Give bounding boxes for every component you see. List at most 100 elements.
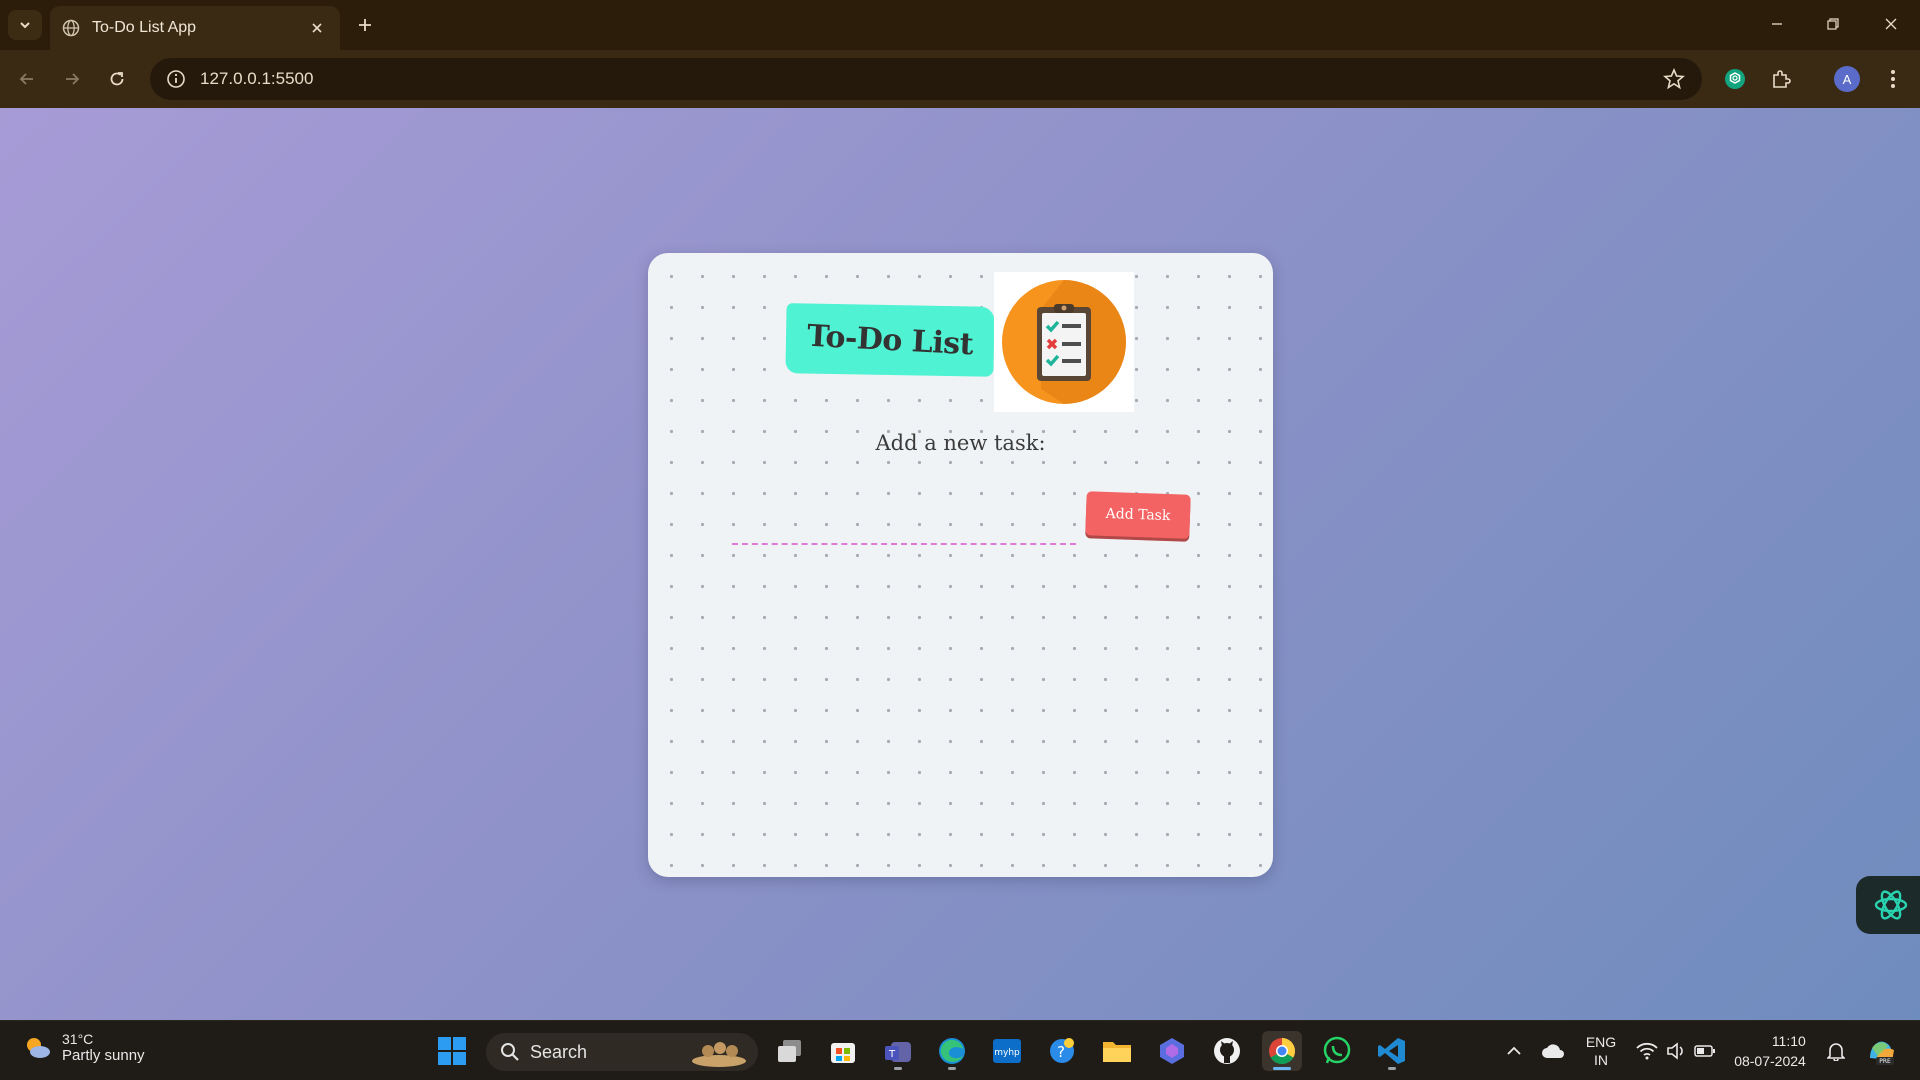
new-tab-button[interactable]	[352, 12, 378, 38]
copilot-pre-icon: PRE	[1870, 1041, 1894, 1065]
forward-button[interactable]	[55, 62, 89, 96]
restore-icon	[1827, 18, 1839, 30]
svg-text:myhp: myhp	[994, 1048, 1020, 1058]
chevron-down-icon	[20, 22, 30, 29]
taskbar-app-copilot[interactable]	[1152, 1031, 1192, 1071]
battery-icon	[1694, 1045, 1715, 1057]
svg-text:PRE: PRE	[1879, 1058, 1891, 1065]
task-prompt-label: Add a new task:	[875, 431, 1046, 455]
back-button[interactable]	[10, 62, 44, 96]
copilot-preview-button[interactable]: PRE	[1862, 1021, 1902, 1080]
edge-icon	[939, 1038, 965, 1064]
taskbar-app-whatsapp[interactable]	[1317, 1031, 1357, 1071]
onedrive-button[interactable]	[1538, 1021, 1568, 1080]
task-view-button[interactable]	[770, 1031, 810, 1071]
myhp-icon: myhp	[993, 1039, 1021, 1063]
close-icon	[312, 23, 322, 33]
globe-icon	[62, 19, 80, 37]
todo-card: To-Do List Add a new task: Add Task	[648, 253, 1273, 877]
taskbar-app-github[interactable]	[1207, 1031, 1247, 1071]
search-icon	[501, 1043, 519, 1061]
clock[interactable]: 11:10 08-07-2024	[1726, 1021, 1814, 1080]
os-taskbar: 31°C Partly sunny Search T myhp ? ENG IN…	[0, 1020, 1920, 1080]
weather-widget[interactable]: 31°C Partly sunny	[22, 1031, 145, 1064]
taskbar-search[interactable]: Search	[486, 1033, 758, 1071]
floating-assistant-button[interactable]	[1856, 876, 1920, 934]
browser-menu-button[interactable]	[1876, 62, 1910, 96]
taskbar-app-help[interactable]: ?	[1042, 1031, 1082, 1071]
taskbar-app-teams[interactable]: T	[878, 1031, 918, 1071]
weather-temp: 31°C	[62, 1031, 94, 1047]
chrome-icon	[1269, 1038, 1296, 1065]
taskbar-app-vscode[interactable]	[1372, 1031, 1412, 1071]
svg-text:T: T	[888, 1049, 896, 1060]
browser-tab[interactable]: To-Do List App	[50, 6, 340, 50]
running-indicator	[948, 1067, 956, 1070]
running-indicator	[1273, 1067, 1291, 1070]
task-view-icon	[778, 1040, 801, 1062]
app-heading: To-Do List	[806, 318, 974, 362]
profile-avatar[interactable]: A	[1834, 66, 1860, 92]
extensions-button[interactable]	[1764, 62, 1798, 96]
address-bar[interactable]: 127.0.0.1:5500	[150, 58, 1702, 100]
wifi-icon	[1636, 1042, 1658, 1060]
arrow-right-icon	[66, 73, 80, 85]
chevron-up-icon	[1507, 1046, 1521, 1055]
taskbar-app-edge[interactable]	[932, 1031, 972, 1071]
site-info-button[interactable]	[164, 67, 188, 91]
tab-close-button[interactable]	[306, 17, 328, 39]
openai-icon	[1725, 69, 1745, 89]
whatsapp-icon	[1323, 1036, 1351, 1064]
teams-icon: T	[885, 1042, 911, 1062]
notifications-button[interactable]	[1820, 1021, 1852, 1080]
add-task-button[interactable]: Add Task	[1085, 491, 1191, 539]
taskbar-app-file-explorer[interactable]	[1097, 1031, 1137, 1071]
puzzle-icon	[1773, 70, 1791, 88]
info-icon	[167, 70, 185, 88]
bell-icon	[1827, 1043, 1845, 1061]
github-icon	[1214, 1038, 1240, 1064]
cloud-icon	[1542, 1044, 1564, 1058]
help-icon: ?	[1050, 1038, 1074, 1063]
star-icon[interactable]	[1662, 67, 1686, 91]
taskbar-app-store[interactable]	[823, 1031, 863, 1071]
minimize-icon	[1772, 23, 1782, 25]
running-indicator	[1388, 1067, 1396, 1070]
copilot-icon	[1160, 1038, 1184, 1064]
folder-icon	[1103, 1042, 1131, 1062]
volume-icon	[1667, 1042, 1683, 1060]
tab-list-button[interactable]	[8, 10, 42, 40]
close-window-button[interactable]	[1868, 8, 1914, 40]
title-tag: To-Do List	[785, 303, 995, 377]
arrow-left-icon	[19, 73, 33, 85]
windows-logo-icon	[438, 1037, 466, 1065]
minimize-button[interactable]	[1754, 8, 1800, 40]
start-button[interactable]	[432, 1031, 472, 1071]
vscode-icon	[1378, 1038, 1405, 1064]
tab-title: To-Do List App	[92, 19, 197, 36]
restore-button[interactable]	[1810, 8, 1856, 40]
taskbar-app-myhp[interactable]: myhp	[987, 1031, 1027, 1071]
running-indicator	[894, 1067, 902, 1070]
chatgpt-extension-button[interactable]	[1718, 62, 1752, 96]
reload-icon	[110, 72, 124, 86]
search-label: Search	[530, 1041, 588, 1062]
language-indicator[interactable]: ENG IN	[1578, 1021, 1624, 1080]
page-viewport: To-Do List Add a new task: Add Task	[0, 108, 1920, 1020]
app-logo	[994, 272, 1134, 412]
close-icon	[1885, 18, 1897, 30]
weather-desc: Partly sunny	[62, 1047, 145, 1064]
show-hidden-icons-button[interactable]	[1500, 1021, 1528, 1080]
quick-settings-button[interactable]	[1634, 1021, 1718, 1080]
openai-icon	[1874, 890, 1908, 920]
taskbar-app-chrome[interactable]	[1262, 1031, 1302, 1071]
lang-secondary: IN	[1594, 1052, 1608, 1068]
browser-tab-bar: To-Do List App	[0, 0, 1920, 50]
task-input[interactable]	[732, 515, 1076, 545]
browser-toolbar: 127.0.0.1:5500	[0, 50, 1920, 108]
partly-sunny-icon	[27, 1037, 50, 1058]
kebab-menu-icon	[1891, 70, 1895, 88]
search-highlight-icon	[692, 1042, 746, 1067]
clipboard-checklist-icon	[1002, 280, 1126, 404]
reload-button[interactable]	[100, 62, 134, 96]
